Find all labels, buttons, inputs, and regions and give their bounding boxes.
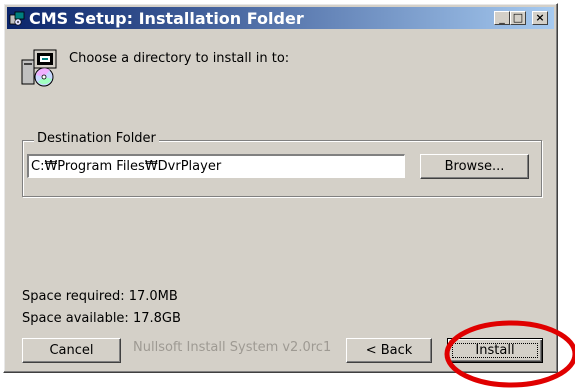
installer-app-icon <box>9 10 25 26</box>
nullsoft-branding: Nullsoft Install System v2.0rc1 <box>133 340 332 355</box>
close-icon: × <box>535 11 545 24</box>
title-bar[interactable]: CMS Setup: Installation Folder _ □ × <box>7 7 554 29</box>
back-button[interactable]: < Back <box>346 338 432 363</box>
installer-icon <box>20 48 58 88</box>
browse-button[interactable]: Browse... <box>420 154 529 179</box>
minimize-button[interactable]: _ <box>494 11 510 25</box>
highlight-circle-annotation <box>444 320 575 388</box>
cancel-button-label: Cancel <box>49 343 94 358</box>
maximize-icon: □ <box>512 11 524 24</box>
browse-button-label: Browse... <box>444 159 505 174</box>
minimize-icon: _ <box>499 11 505 24</box>
header-instruction: Choose a directory to install in to: <box>69 51 290 66</box>
cancel-button[interactable]: Cancel <box>22 338 121 363</box>
maximize-button[interactable]: □ <box>510 11 526 25</box>
destination-folder-label: Destination Folder <box>34 131 159 146</box>
back-button-label: < Back <box>365 343 413 358</box>
destination-path-input[interactable] <box>27 154 405 178</box>
space-required: Space required: 17.0MB <box>22 289 178 304</box>
space-available: Space available: 17.8GB <box>22 311 181 326</box>
window-title: CMS Setup: Installation Folder <box>29 9 304 28</box>
close-button[interactable]: × <box>532 11 548 25</box>
